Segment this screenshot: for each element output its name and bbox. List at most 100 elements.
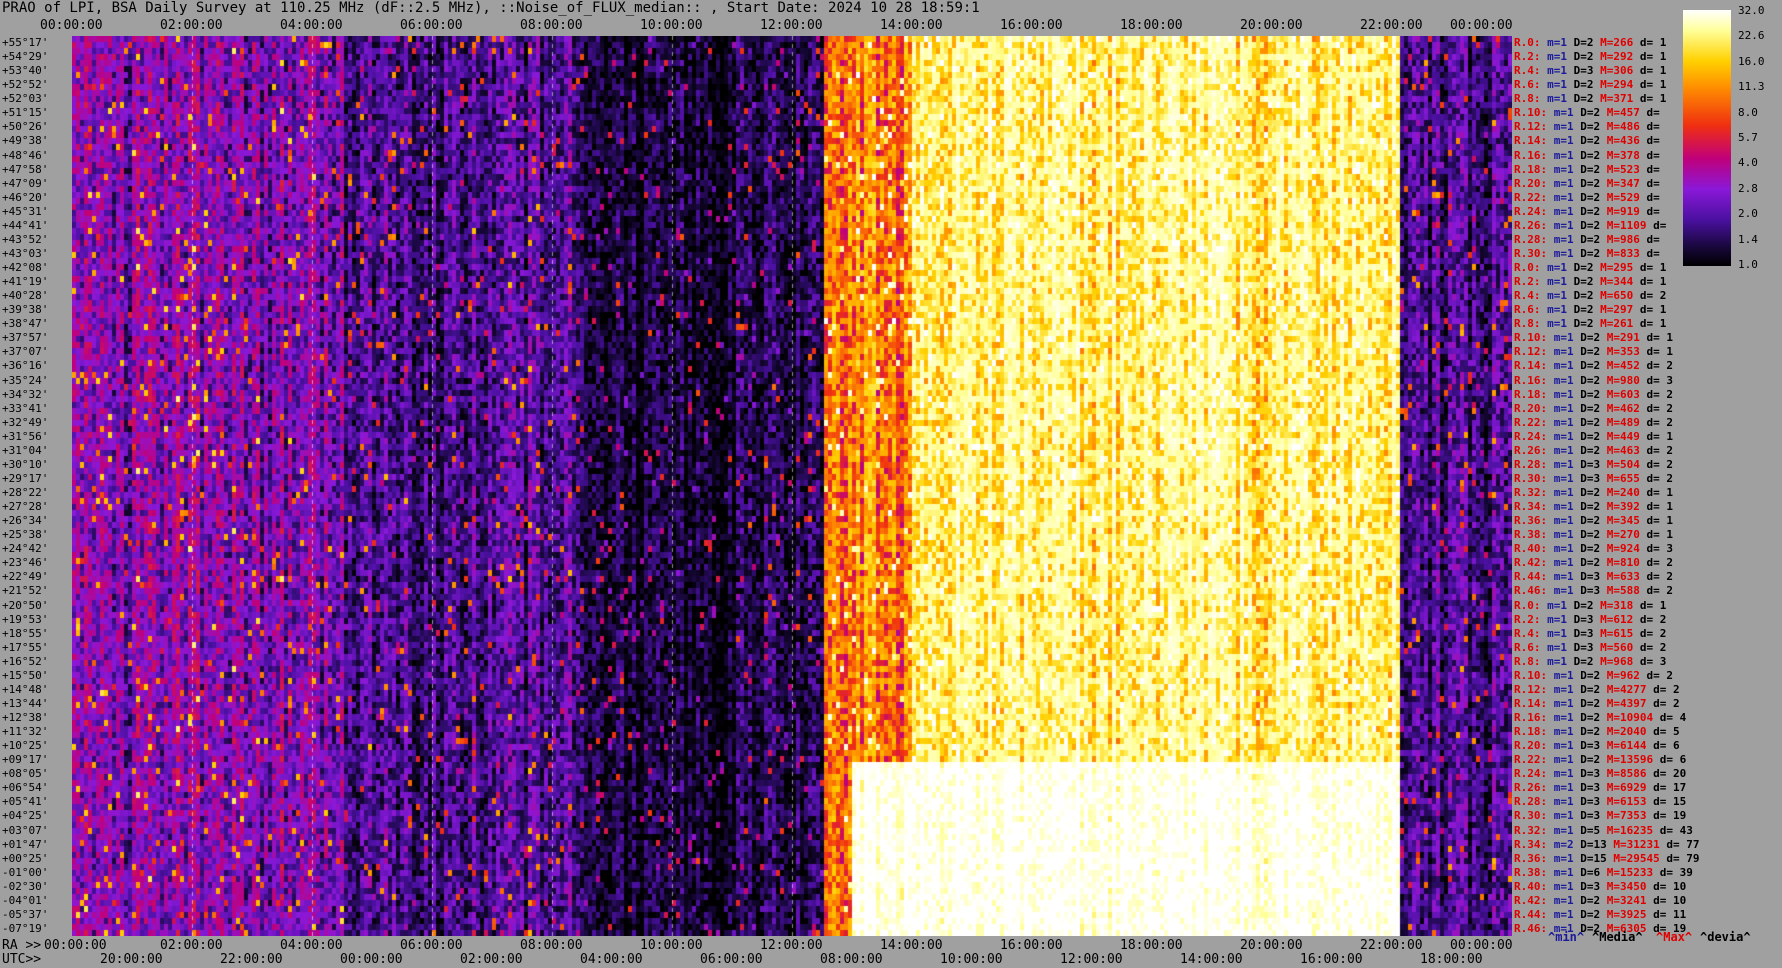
declination-label: +47°58' [2,164,48,175]
legend-min: ^min^ [1548,930,1585,944]
ray-field-r: R.30: [1514,246,1548,260]
declination-value: +32°49' [2,415,49,429]
ray-field-D: D=2 [1573,725,1601,739]
ray-field-m: m=1 [1547,345,1574,359]
top-tick-label: 18:00:00 [1120,18,1183,33]
declination-value: +37°57' [2,331,49,345]
ray-stats-row: R.18: m=1 D=2 M=603 d= 2 [1514,389,1673,400]
ray-field-r: R.38: [1514,528,1548,542]
ray-field-M: M=523 [1600,162,1640,176]
ray-stats-row: R.8: m=1 D=2 M=968 d= 3 [1514,656,1666,667]
ray-field-D: D=3 [1573,471,1601,485]
ray-field-M: M=962 [1600,668,1640,682]
declination-value: +47°58' [2,162,49,176]
ray-field-M: M=588 [1600,584,1640,598]
ray-field-m: m=1 [1547,809,1574,823]
declination-value: +27°28' [2,500,49,514]
ray-stats-row: R.2: m=1 D=2 M=292 d= 1 [1514,51,1666,62]
ray-field-d: d= 2 [1646,682,1680,696]
ray-field-r: R.22: [1514,190,1548,204]
ray-field-D: D=2 [1573,190,1601,204]
declination-label: +43°03' [2,248,48,259]
ray-field-d: d= 3 [1639,542,1673,556]
ray-field-m: m=1 [1547,120,1574,134]
declination-label: +54°29' [2,51,48,62]
declination-label: +19°53' [2,614,48,625]
ray-field-M: M=8586 [1600,767,1647,781]
ra-tick-label: 18:00:00 [1120,938,1183,953]
declination-value: +04°25' [2,809,49,823]
ray-field-r: R.16: [1514,711,1548,724]
ray-field-d: d= 2 [1639,570,1673,584]
ray-stats-row: R.14: m=1 D=2 M=436 d= [1514,135,1660,146]
ray-field-r: R.12: [1514,682,1548,696]
ray-field-D: D=2 [1567,36,1594,49]
ray-field-m: m=1 [1547,893,1574,907]
ray-field-d: d= 1 [1633,303,1667,317]
ray-field-m: m=1 [1540,275,1567,289]
ray-stats-row: R.38: m=1 D=6 M=15233 d= 39 [1514,867,1693,878]
ray-field-M: M=13596 [1600,753,1654,767]
declination-label: +23°46' [2,557,48,568]
ray-field-d: d= 19 [1646,809,1687,823]
ray-field-r: R.36: [1514,514,1548,528]
ray-field-r: R.16: [1514,373,1548,387]
ray-field-m: m=1 [1540,289,1567,303]
ray-field-d: d= 2 [1639,401,1673,415]
ray-field-r: R.36: [1514,851,1548,865]
ray-field-r: R.18: [1514,725,1548,739]
utc-tick-label: 04:00:00 [580,952,643,967]
ray-field-M: M=462 [1600,401,1640,415]
ray-field-m: m=1 [1547,584,1574,598]
ray-field-m: m=1 [1540,640,1567,654]
ray-field-m: m=1 [1547,542,1574,556]
ray-field-D: D=2 [1573,232,1601,246]
ray-field-M: M=968 [1593,654,1634,668]
ray-field-r: R.14: [1514,134,1548,148]
ray-field-r: R.24: [1514,429,1548,443]
declination-value: +10°25' [2,739,49,753]
declination-value: +17°55' [2,640,49,654]
declination-label: +06°54' [2,782,48,793]
ray-stats-row: R.4: m=1 D=3 M=306 d= 1 [1514,65,1666,76]
ra-tick-label: 08:00:00 [520,938,583,953]
declination-label: +08°05' [2,768,48,779]
ray-field-d: d= 1 [1639,528,1673,542]
declination-label: +51°15' [2,107,48,118]
ray-stats-row: R.34: m=2 D=13 M=31231 d= 77 [1514,839,1699,850]
ray-field-D: D=13 [1573,837,1607,851]
ray-field-D: D=2 [1573,218,1601,232]
ray-stats-row: R.14: m=1 D=2 M=452 d= 2 [1514,360,1673,371]
ray-field-d: d= 2 [1639,584,1673,598]
ra-tick-label: 06:00:00 [400,938,463,953]
declination-value: +24°42' [2,542,49,556]
ray-field-D: D=2 [1573,668,1601,682]
ray-field-r: R.10: [1514,331,1548,345]
ray-field-M: M=378 [1600,148,1640,162]
ray-stats-row: R.38: m=1 D=2 M=270 d= 1 [1514,529,1673,540]
declination-value: +29°17' [2,471,49,485]
declination-value: +05°41' [2,795,49,809]
ray-field-d: d= [1639,106,1660,120]
ra-tick-label: 04:00:00 [280,938,343,953]
ray-field-d: d= 1 [1639,331,1673,345]
ray-field-D: D=2 [1573,331,1601,345]
ray-field-d: d= 2 [1639,556,1673,570]
declination-label: +14°48' [2,684,48,695]
legend-devia: ^devia^ [1700,930,1751,944]
declination-value: +42°08' [2,261,49,274]
ray-field-d: d= [1646,218,1667,232]
ra-tick-label: 16:00:00 [1000,938,1063,953]
ray-field-D: D=2 [1567,598,1594,612]
ray-field-M: M=31231 [1606,837,1660,851]
top-tick-label: 06:00:00 [400,18,463,33]
ray-field-M: M=294 [1593,78,1634,92]
declination-value: +31°56' [2,429,49,443]
ray-field-D: D=2 [1573,696,1601,710]
ray-field-M: M=504 [1600,457,1640,471]
declination-value: +21°52' [2,584,49,598]
ray-field-d: d= 39 [1653,865,1693,879]
ray-field-d: d= 2 [1639,359,1673,373]
declination-label: +52°52' [2,79,48,90]
ray-stats-row: R.10: m=1 D=2 M=457 d= [1514,107,1660,118]
